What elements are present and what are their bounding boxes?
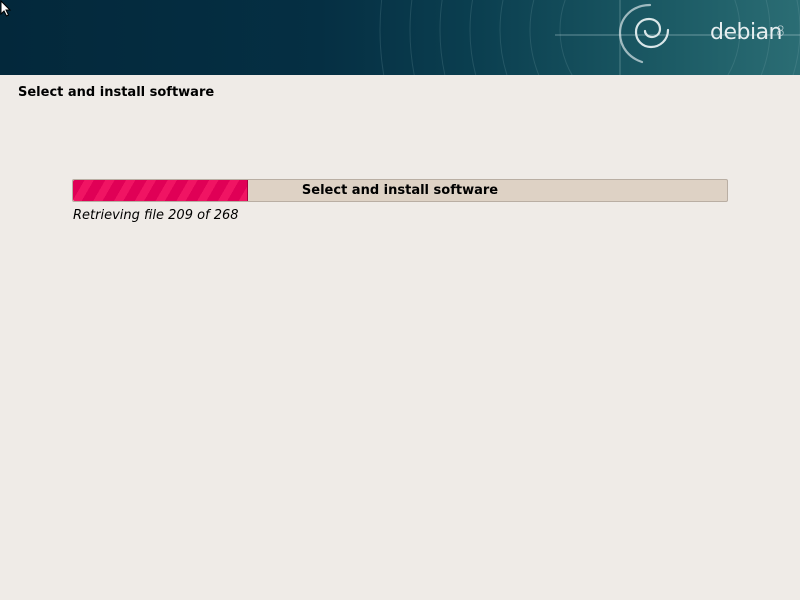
debian-swirl-icon	[618, 3, 670, 64]
banner-decoration	[379, 0, 800, 75]
progress-bar-label: Select and install software	[301, 183, 499, 198]
debian-version-label: 8	[776, 24, 785, 40]
header-banner: debian 8	[0, 0, 800, 75]
debian-logo-text: debian	[710, 20, 783, 45]
page-title: Select and install software	[18, 85, 215, 100]
mouse-pointer-icon	[0, 0, 12, 17]
progress-bar: Select and install software	[72, 179, 728, 202]
progress-status-text: Retrieving file 209 of 268	[73, 208, 239, 223]
